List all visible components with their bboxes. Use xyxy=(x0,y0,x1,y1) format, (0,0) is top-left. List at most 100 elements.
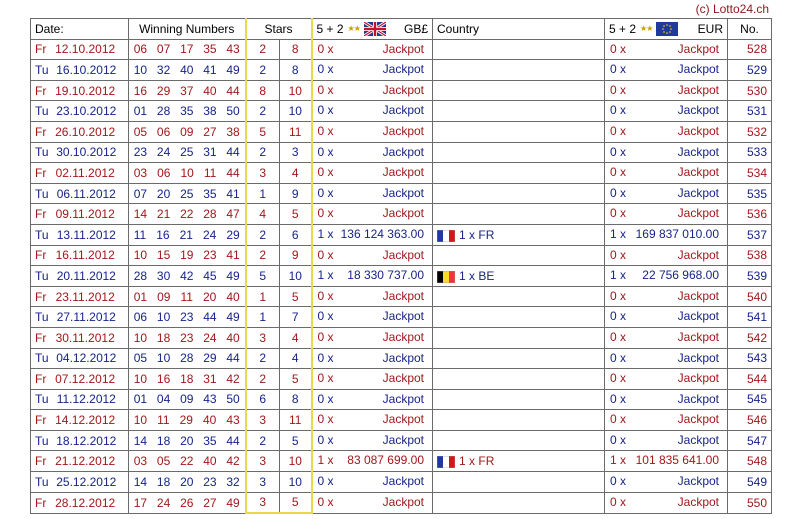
eur-amount: Jackpot xyxy=(677,391,720,406)
winning-numbers-cell: 03 05 22 40 42 xyxy=(128,450,246,473)
eur-amount: Jackpot xyxy=(677,144,720,159)
winning-number: 09 xyxy=(157,289,171,304)
winning-number: 41 xyxy=(226,248,240,263)
gbp-winner-count: 0 x xyxy=(317,165,334,180)
date-cell: Tu 04.12.2012 xyxy=(30,347,129,370)
gbp-winner-count: 0 x xyxy=(317,103,334,118)
winning-number: 42 xyxy=(226,454,240,469)
eur-winnings-cell: 0 x Jackpot xyxy=(604,471,729,493)
winning-number: 20 xyxy=(202,289,217,304)
table-row: Fr 21.12.2012 03 05 22 40 42 3 10 1 x 83 087 699.0… xyxy=(30,450,773,473)
date-cell: Tu 20.11.2012 xyxy=(30,265,129,287)
winning-number: 37 xyxy=(180,83,194,98)
eur-amount: 169 837 010.00 xyxy=(635,226,720,241)
draw-date: 18.12.2012 xyxy=(56,433,117,448)
winning-number: 29 xyxy=(156,83,171,98)
date-cell: Fr 09.11.2012 xyxy=(30,203,129,225)
table-row: Tu 18.12.2012 14 18 20 35 44 2 5 0 x Jackpot 0 x Jac… xyxy=(30,429,773,452)
gbp-amount: Jackpot xyxy=(382,412,425,427)
star-2: 6 xyxy=(278,223,313,246)
gbp-winner-count: 0 x xyxy=(317,329,334,344)
gbp-winnings-cell: 0 x Jackpot xyxy=(311,120,434,143)
winning-number: 29 xyxy=(179,413,193,428)
draw-date: 30.10.2012 xyxy=(56,145,117,160)
draw-date: 02.11.2012 xyxy=(55,165,115,180)
gbp-winner-count: 0 x xyxy=(317,371,334,386)
gbp-winner-count: 1 x xyxy=(317,268,334,283)
weekday: Fr xyxy=(35,42,47,57)
winning-numbers-cell: 14 18 20 23 32 xyxy=(128,471,246,493)
country-cell xyxy=(432,141,606,164)
star-1: 1 xyxy=(244,285,280,308)
star-1: 3 xyxy=(244,162,280,184)
draw-date: 19.10.2012 xyxy=(55,83,116,98)
star-1: 5 xyxy=(244,120,280,143)
gbp-winner-count: 0 x xyxy=(317,494,334,509)
gbp-amount: Jackpot xyxy=(382,494,425,509)
country-cell xyxy=(432,285,606,308)
table-row: Fr 09.11.2012 14 21 22 28 47 4 5 0 x Jackpot 0 x Jac… xyxy=(30,203,773,225)
eur-amount: Jackpot xyxy=(677,165,720,180)
country-text: 1 x BE xyxy=(459,268,495,283)
gbp-winnings-cell: 0 x Jackpot xyxy=(311,59,434,81)
gbp-winnings-cell: 0 x Jackpot xyxy=(311,347,434,370)
winning-number: 14 xyxy=(133,474,148,489)
winning-number: 20 xyxy=(180,433,194,448)
eur-winnings-cell: 0 x Jackpot xyxy=(604,182,729,205)
table-row: Tu 11.12.2012 01 04 09 43 50 6 8 0 x Jackpot 0 x Jac… xyxy=(30,388,773,411)
date-cell: Fr 21.12.2012 xyxy=(30,450,129,473)
header-row: Date: Winning Numbers Stars 5 + 2 ★★ GB£… xyxy=(30,18,773,40)
winning-number: 10 xyxy=(133,248,148,263)
header-gbp: 5 + 2 ★★ GB£ xyxy=(311,18,434,40)
weekday: Fr xyxy=(35,330,47,345)
date-cell: Tu 18.12.2012 xyxy=(30,429,129,452)
gbp-winner-count: 0 x xyxy=(317,288,334,303)
winning-number: 44 xyxy=(226,165,240,180)
winning-number: 14 xyxy=(133,207,148,222)
winning-number: 27 xyxy=(203,495,217,510)
winning-number: 41 xyxy=(226,186,240,201)
weekday: Tu xyxy=(35,392,49,407)
winning-number: 05 xyxy=(156,454,171,469)
draw-number: 528 xyxy=(727,38,773,61)
eur-amount: Jackpot xyxy=(677,247,720,262)
date-cell: Tu 27.11.2012 xyxy=(30,306,129,328)
star-2: 9 xyxy=(278,244,313,267)
country-text: 1 x FR xyxy=(459,454,495,469)
winning-number: 10 xyxy=(180,165,194,180)
weekday: Tu xyxy=(35,474,49,489)
winning-number: 22 xyxy=(180,454,194,469)
eur-winner-count: 0 x xyxy=(610,432,627,447)
weekday: Tu xyxy=(35,186,49,201)
date-cell: Tu 25.12.2012 xyxy=(30,471,129,493)
winning-number: 43 xyxy=(226,413,240,428)
eur-winnings-cell: 0 x Jackpot xyxy=(604,429,729,452)
gbp-winnings-cell: 0 x Jackpot xyxy=(311,100,434,122)
draw-number: 542 xyxy=(727,326,773,349)
winning-number: 49 xyxy=(226,495,240,510)
winning-numbers-cell: 28 30 42 45 49 xyxy=(128,265,246,287)
country-cell xyxy=(432,162,606,184)
winning-number: 27 xyxy=(203,124,217,139)
eur-winner-count: 0 x xyxy=(610,62,627,77)
eur-amount: Jackpot xyxy=(677,62,720,77)
eur-amount: Jackpot xyxy=(677,474,720,489)
eur-winner-count: 0 x xyxy=(610,247,627,262)
weekday: Tu xyxy=(35,227,49,242)
draw-date: 09.11.2012 xyxy=(55,207,115,222)
winning-number: 06 xyxy=(156,124,171,139)
eur-amount: Jackpot xyxy=(677,494,720,509)
winning-number: 06 xyxy=(157,165,171,180)
gbp-winner-count: 0 x xyxy=(317,123,334,138)
header-eur-currency: EUR xyxy=(697,21,724,36)
eur-winnings-cell: 0 x Jackpot xyxy=(604,326,729,349)
eur-winner-count: 1 x xyxy=(610,268,627,283)
country-cell xyxy=(432,203,606,225)
star-2: 8 xyxy=(278,38,313,61)
winning-number: 44 xyxy=(226,351,240,366)
eur-winnings-cell: 1 x 22 756 968.00 xyxy=(604,265,729,287)
header-gbp-prefix: 5 + 2 xyxy=(316,21,344,36)
winning-number: 49 xyxy=(226,62,240,77)
header-stars: Stars xyxy=(244,18,313,40)
gbp-winner-count: 0 x xyxy=(317,309,334,324)
